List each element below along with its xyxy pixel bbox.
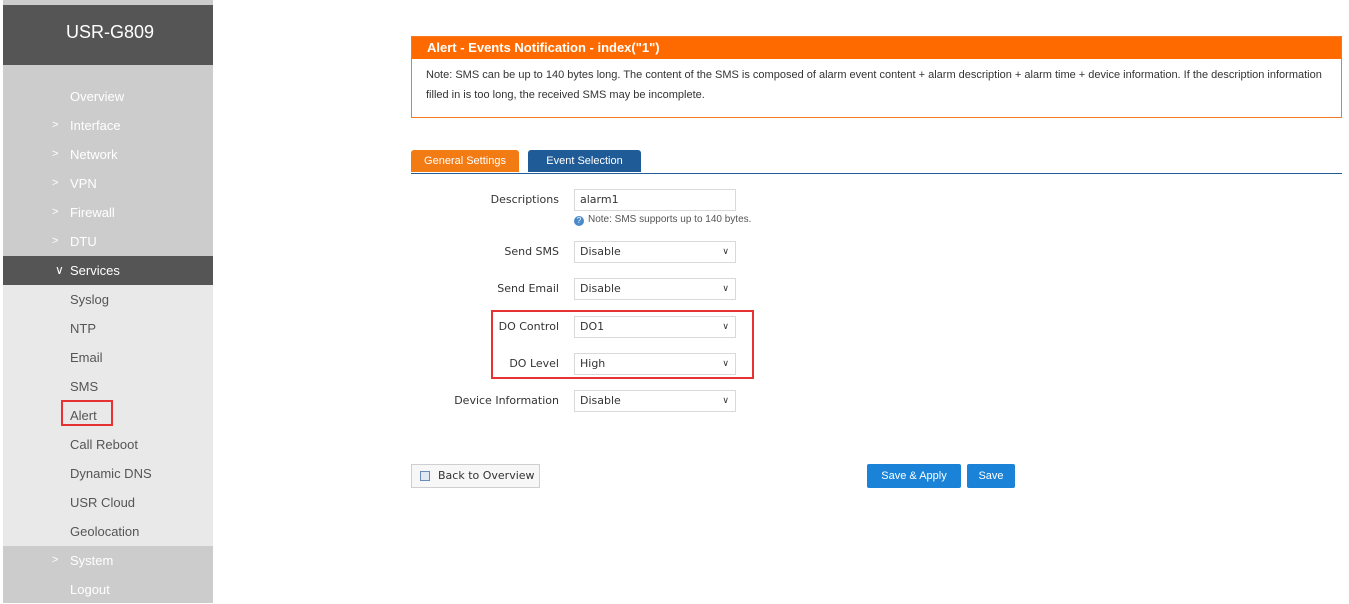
notice-panel: Alert - Events Notification - index("1")… xyxy=(411,36,1342,118)
sidebar-item-label: SMS xyxy=(70,379,99,394)
sidebar-item-system[interactable]: > System xyxy=(3,546,213,575)
descriptions-hint: ? Note: SMS supports up to 140 bytes. xyxy=(574,214,751,226)
sidebar-item-label: USR Cloud xyxy=(70,495,136,510)
sidebar-item-email[interactable]: Email xyxy=(3,343,213,372)
chevron-down-icon: ∨ xyxy=(722,247,729,257)
send-email-select[interactable]: Disable ∨ xyxy=(574,278,736,300)
tab-general-settings[interactable]: General Settings xyxy=(411,150,519,172)
sidebar-item-usr-cloud[interactable]: USR Cloud xyxy=(3,488,213,517)
save-apply-button[interactable]: Save & Apply xyxy=(867,464,961,488)
send-email-label: Send Email xyxy=(497,282,559,295)
descriptions-row: Descriptions alarm1 xyxy=(411,189,811,211)
sidebar-item-label: Email xyxy=(70,350,103,365)
sidebar-item-ntp[interactable]: NTP xyxy=(3,314,213,343)
sidebar-item-sms[interactable]: SMS xyxy=(3,372,213,401)
sidebar-item-geolocation[interactable]: Geolocation xyxy=(3,517,213,546)
sidebar-item-label: Geolocation xyxy=(70,524,140,539)
chevron-down-icon: ∨ xyxy=(55,263,64,277)
sidebar-item-logout[interactable]: Logout xyxy=(3,575,213,604)
chevron-down-icon: ∨ xyxy=(722,284,729,294)
sidebar-item-label: System xyxy=(70,553,114,568)
sidebar-item-call-reboot[interactable]: Call Reboot xyxy=(3,430,213,459)
send-email-row: Send Email Disable ∨ xyxy=(411,278,811,300)
sidebar-item-label: Dynamic DNS xyxy=(70,466,152,481)
sidebar: USR-G809 Overview > Interface > Network … xyxy=(3,0,213,603)
save-button[interactable]: Save xyxy=(967,464,1015,488)
sidebar-item-label: NTP xyxy=(70,321,96,336)
sidebar-item-services[interactable]: ∨ Services xyxy=(3,256,213,285)
hint-text: Note: SMS supports up to 140 bytes. xyxy=(588,214,752,225)
sidebar-item-label: DTU xyxy=(70,234,97,249)
sidebar-item-syslog[interactable]: Syslog xyxy=(3,285,213,314)
chevron-right-icon: > xyxy=(52,206,59,218)
send-sms-label: Send SMS xyxy=(504,245,559,258)
sidebar-item-label: Logout xyxy=(70,582,110,597)
brand-title: USR-G809 xyxy=(3,5,213,65)
send-sms-row: Send SMS Disable ∨ xyxy=(411,241,811,263)
chevron-right-icon: > xyxy=(52,177,59,189)
chevron-right-icon: > xyxy=(52,235,59,247)
alert-highlight-box xyxy=(61,400,113,426)
sidebar-item-overview[interactable]: Overview xyxy=(3,82,213,111)
sidebar-item-dtu[interactable]: > DTU xyxy=(3,227,213,256)
sidebar-item-label: Overview xyxy=(70,89,125,104)
chevron-right-icon: > xyxy=(52,119,59,131)
sidebar-item-label: Services xyxy=(70,263,120,278)
device-info-select[interactable]: Disable ∨ xyxy=(574,390,736,412)
page-title: Alert - Events Notification - index("1") xyxy=(412,37,1341,59)
sidebar-item-label: Firewall xyxy=(70,205,115,220)
sidebar-item-vpn[interactable]: > VPN xyxy=(3,169,213,198)
notice-text: Note: SMS can be up to 140 bytes long. T… xyxy=(426,69,1322,101)
tab-bar: General Settings Event Selection xyxy=(411,150,1342,174)
sidebar-item-firewall[interactable]: > Firewall xyxy=(3,198,213,227)
sidebar-item-label: VPN xyxy=(70,176,97,191)
help-icon: ? xyxy=(574,216,584,226)
device-info-label: Device Information xyxy=(454,394,559,407)
select-value: Disable xyxy=(580,245,621,258)
descriptions-input[interactable]: alarm1 xyxy=(574,189,736,211)
tab-event-selection[interactable]: Event Selection xyxy=(528,150,641,172)
select-value: Disable xyxy=(580,282,621,295)
device-info-row: Device Information Disable ∨ xyxy=(411,390,811,412)
back-to-overview-button[interactable]: Back to Overview xyxy=(411,464,540,488)
chevron-right-icon: > xyxy=(52,148,59,160)
sidebar-item-label: Syslog xyxy=(70,292,110,307)
chevron-down-icon: ∨ xyxy=(722,396,729,406)
select-value: Disable xyxy=(580,394,621,407)
chevron-right-icon: > xyxy=(52,554,59,566)
sidebar-item-interface[interactable]: > Interface xyxy=(3,111,213,140)
back-icon xyxy=(420,471,430,481)
sidebar-item-label: Call Reboot xyxy=(70,437,138,452)
back-button-label: Back to Overview xyxy=(438,469,535,482)
sidebar-item-dynamic-dns[interactable]: Dynamic DNS xyxy=(3,459,213,488)
sidebar-item-network[interactable]: > Network xyxy=(3,140,213,169)
sidebar-item-label: Network xyxy=(70,147,118,162)
descriptions-label: Descriptions xyxy=(490,193,559,206)
send-sms-select[interactable]: Disable ∨ xyxy=(574,241,736,263)
sidebar-item-label: Interface xyxy=(70,118,121,133)
do-highlight-box xyxy=(491,310,754,379)
